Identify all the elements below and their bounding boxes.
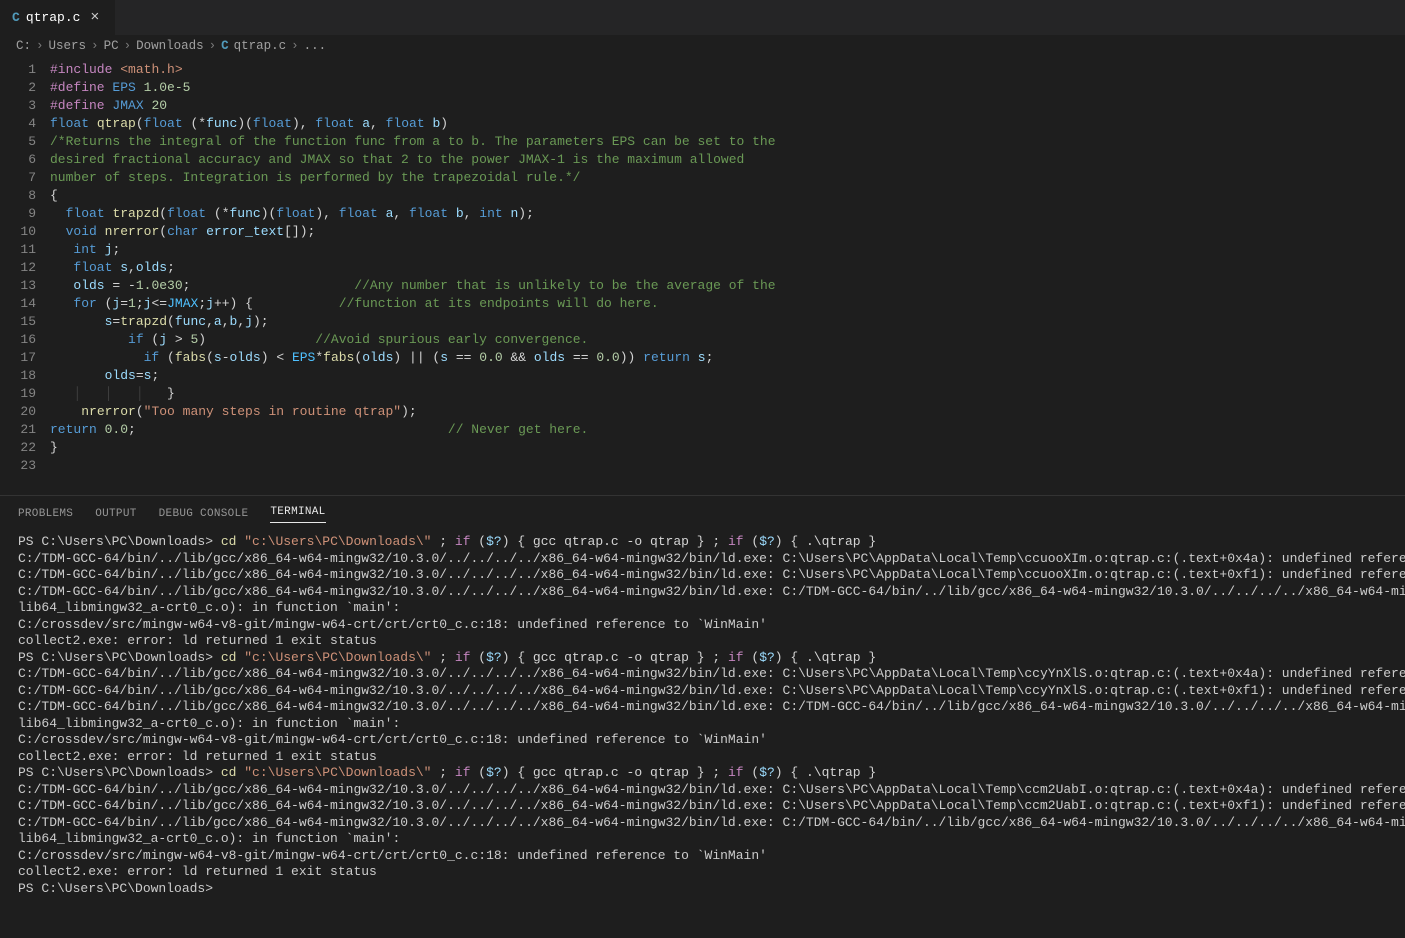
close-icon[interactable]: × xyxy=(86,9,103,26)
breadcrumb-part[interactable]: Downloads xyxy=(136,39,204,53)
panel-tab-output[interactable]: OUTPUT xyxy=(95,508,136,520)
breadcrumb[interactable]: C:› Users› PC› Downloads› C qtrap.c› ... xyxy=(0,35,1405,57)
tab-bar: C qtrap.c × xyxy=(0,0,1405,35)
breadcrumb-part[interactable]: C: xyxy=(16,39,31,53)
bottom-panel: PROBLEMS OUTPUT DEBUG CONSOLE TERMINAL PS C… xyxy=(0,495,1405,905)
breadcrumb-part[interactable]: Users xyxy=(49,39,87,53)
panel-tab-problems[interactable]: PROBLEMS xyxy=(18,508,73,520)
tab-title: qtrap.c xyxy=(26,10,81,25)
line-gutter: 1234567891011121314151617181920212223 xyxy=(0,57,50,477)
breadcrumb-trail[interactable]: ... xyxy=(304,39,327,53)
c-file-icon: C xyxy=(221,39,229,53)
breadcrumb-part[interactable]: PC xyxy=(104,39,119,53)
code-editor[interactable]: 1234567891011121314151617181920212223 #i… xyxy=(0,57,1405,477)
panel-tabs: PROBLEMS OUTPUT DEBUG CONSOLE TERMINAL xyxy=(0,496,1405,526)
panel-tab-terminal[interactable]: TERMINAL xyxy=(270,506,325,523)
terminal[interactable]: PS C:\Users\PC\Downloads> cd "c:\Users\P… xyxy=(0,526,1405,905)
tab-qtrap[interactable]: C qtrap.c × xyxy=(0,0,116,35)
c-file-icon: C xyxy=(12,10,20,25)
panel-tab-debug-console[interactable]: DEBUG CONSOLE xyxy=(159,508,249,520)
code-area[interactable]: #include <math.h>#define EPS 1.0e-5#defi… xyxy=(50,57,776,477)
breadcrumb-file[interactable]: qtrap.c xyxy=(234,39,287,53)
